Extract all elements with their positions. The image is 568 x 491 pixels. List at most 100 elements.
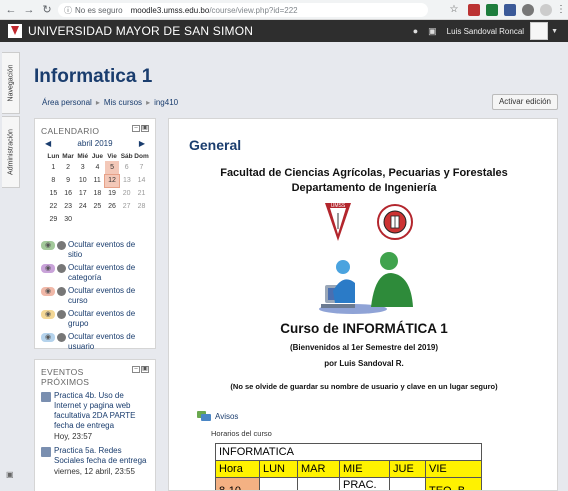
schedule-title: INFORMATICA (215, 443, 482, 461)
calendar-grid: Lun Mar Mié Jue Vie Sáb Dom 1 2 3 4 5 6 7 8 9 10 11 12 13 1… (46, 151, 149, 226)
schedule-header: MAR (297, 460, 340, 478)
prev-month-arrow-icon[interactable]: ◀ (45, 139, 51, 148)
dock-tab-administration[interactable]: Administración (2, 116, 20, 188)
breadcrumb-separator-icon: ▸ (95, 97, 100, 107)
info-icon[interactable]: ⓘ (64, 5, 72, 16)
calendar-day[interactable]: 3 (75, 161, 90, 174)
calendar-day[interactable]: 19 (105, 187, 120, 200)
messages-icon[interactable]: ▣ (428, 26, 437, 37)
address-bar[interactable]: ⓘ No es seguro moodle3.umss.edu.bo/cours… (58, 3, 428, 17)
calendar-day (90, 213, 105, 226)
calendar-day[interactable]: 14 (134, 174, 149, 187)
forward-arrow-icon[interactable]: → (22, 4, 36, 16)
department-name: Departamento de Ingeniería (291, 182, 437, 194)
user-name[interactable]: Luis Sandoval Roncal (447, 27, 524, 36)
browser-menu-icon[interactable]: ⋮ (555, 4, 567, 16)
calendar-day[interactable]: 5 (104, 161, 120, 174)
block-controls: – ▣ (132, 366, 149, 373)
extension-icon[interactable] (468, 4, 480, 16)
upcoming-event-link[interactable]: Practica 4b. Uso de Internet y pagina we… (54, 391, 149, 431)
collapse-icon[interactable]: – (132, 366, 140, 373)
profile-icon[interactable] (540, 4, 552, 16)
calendar-day[interactable]: 22 (46, 200, 61, 213)
calendar-day[interactable]: 24 (75, 200, 90, 213)
calendar-day[interactable]: 23 (61, 200, 76, 213)
calendar-day[interactable]: 27 (119, 200, 134, 213)
next-month-arrow-icon[interactable]: ▶ (139, 139, 145, 148)
avatar[interactable] (530, 22, 549, 40)
course-content: General Facultad de Ciencias Agrícolas, … (168, 118, 558, 491)
collapse-icon[interactable]: – (132, 125, 140, 132)
calendar-day[interactable]: 9 (61, 174, 76, 187)
calendar-day[interactable]: 12 (104, 173, 120, 188)
weekday-header: Mar (62, 152, 74, 160)
bookmark-star-icon[interactable]: ☆ (448, 4, 460, 16)
calendar-day (134, 213, 149, 226)
calendar-day[interactable]: 29 (46, 213, 61, 226)
calendar-day[interactable]: 10 (75, 174, 90, 187)
event-type-icon (57, 333, 66, 342)
calendar-day[interactable]: 28 (134, 200, 149, 213)
calendar-day[interactable]: 6 (119, 161, 134, 174)
calendar-day[interactable]: 2 (61, 161, 76, 174)
schedule-header: JUE (389, 460, 426, 478)
event-filter-item[interactable]: ◉ Ocultar eventos de sitio (41, 240, 149, 260)
chevron-down-icon[interactable]: ▼ (551, 28, 558, 35)
event-filter-item[interactable]: ◉ Ocultar eventos de usuario (41, 332, 149, 352)
calendar-day[interactable]: 25 (90, 200, 105, 213)
assignment-icon (41, 447, 51, 457)
breadcrumb-item[interactable]: Área personal (42, 98, 92, 107)
extension-shield-icon[interactable] (486, 4, 498, 16)
turn-editing-on-button[interactable]: Activar edición (491, 94, 558, 110)
extension-icon[interactable] (522, 4, 534, 16)
calendar-day[interactable]: 17 (75, 187, 90, 200)
event-filter-label: Ocultar eventos de sitio (68, 240, 136, 259)
upcoming-events-block: EVENTOS PRÓXIMOS – ▣ Practica 4b. Uso de… (34, 359, 156, 491)
event-filter-label: Ocultar eventos de curso (68, 286, 136, 305)
breadcrumb-item[interactable]: Mis cursos (104, 98, 142, 107)
calendar-day[interactable]: 21 (134, 187, 149, 200)
calendar-day[interactable]: 26 (105, 200, 120, 213)
people-at-computer-icon (319, 252, 413, 314)
upcoming-event-date: Hoy, 23:57 (54, 432, 93, 441)
calendar-day[interactable]: 1 (46, 161, 61, 174)
assignment-icon (41, 392, 51, 402)
calendar-day[interactable]: 16 (61, 187, 76, 200)
schedule-label: Horarios del curso (211, 429, 272, 438)
reload-icon[interactable]: ↻ (40, 3, 54, 16)
calendar-month-nav: ◀ abril 2019 ▶ (41, 139, 149, 148)
schedule-cell (259, 477, 298, 490)
calendar-day[interactable]: 11 (90, 174, 105, 187)
event-filter-item[interactable]: ◉ Ocultar eventos de curso (41, 286, 149, 306)
event-filter-label: Ocultar eventos de grupo (68, 309, 136, 328)
calendar-day[interactable]: 20 (119, 187, 134, 200)
calendar-day[interactable]: 30 (61, 213, 76, 226)
event-filter-item[interactable]: ◉ Ocultar eventos de grupo (41, 309, 149, 329)
page-title: Informatica 1 (34, 66, 153, 87)
schedule-header: VIE (425, 460, 482, 478)
site-name[interactable]: UNIVERSIDAD MAYOR DE SAN SIMON (28, 24, 253, 38)
notifications-bell-icon[interactable]: ● (413, 26, 418, 36)
calendar-day[interactable]: 18 (90, 187, 105, 200)
calendar-month[interactable]: abril 2019 (77, 139, 112, 148)
upcoming-event-link[interactable]: Practica 5a. Redes Sociales fecha de ent… (54, 446, 149, 466)
extension-icon[interactable] (504, 4, 516, 16)
schedule-cell: 8-10 (215, 477, 260, 490)
event-type-icon (57, 264, 66, 273)
calendar-day[interactable]: 4 (90, 161, 105, 174)
url-path: /course/view.php?id=222 (209, 5, 298, 15)
announcements-link[interactable]: Avisos (197, 411, 238, 422)
event-filter-item[interactable]: ◉ Ocultar eventos de categoría (41, 263, 149, 283)
dock-block-icon[interactable]: ▣ (141, 366, 149, 373)
calendar-day[interactable]: 8 (46, 174, 61, 187)
calendar-day[interactable]: 7 (134, 161, 149, 174)
calendar-day[interactable]: 15 (46, 187, 61, 200)
dock-toggle-icon[interactable]: ▣ (6, 470, 14, 479)
back-arrow-icon[interactable]: ← (4, 4, 18, 16)
dock-navigation-label: Navegación (7, 64, 15, 102)
umss-logo-icon[interactable] (8, 24, 22, 38)
dock-tab-navigation[interactable]: Navegación (2, 52, 20, 114)
calendar-day[interactable]: 13 (119, 174, 134, 187)
breadcrumb-item[interactable]: ing410 (154, 98, 178, 107)
dock-block-icon[interactable]: ▣ (141, 125, 149, 132)
